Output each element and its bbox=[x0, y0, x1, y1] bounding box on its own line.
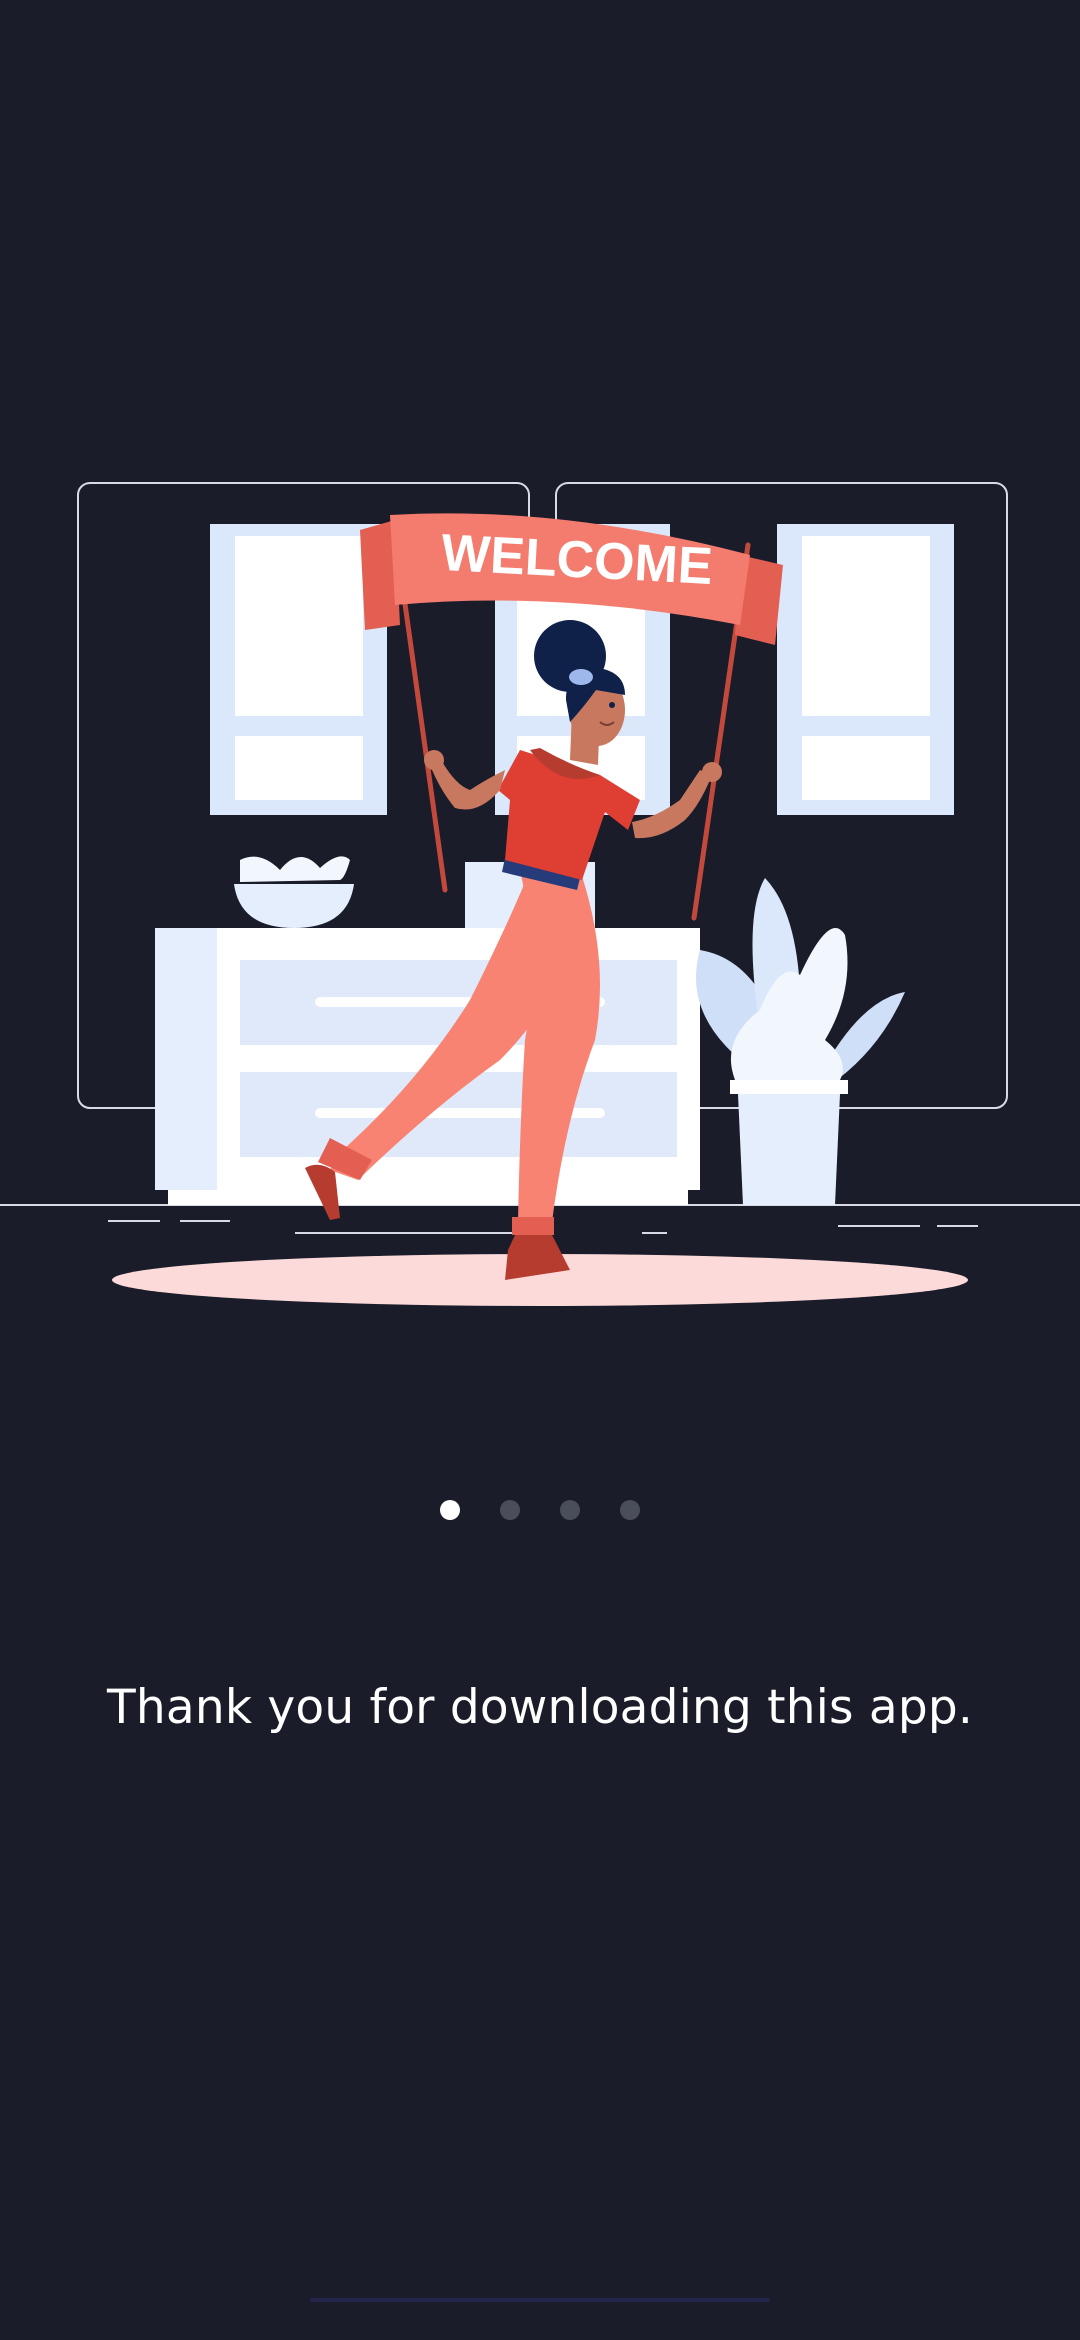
page-dot-4[interactable] bbox=[620, 1500, 640, 1520]
page-indicator bbox=[0, 1495, 1080, 1525]
page-dot-2[interactable] bbox=[500, 1500, 520, 1520]
home-indicator[interactable] bbox=[310, 2298, 770, 2302]
page-dot-3[interactable] bbox=[560, 1500, 580, 1520]
dresser bbox=[155, 862, 700, 1205]
bowl-icon bbox=[234, 856, 354, 928]
welcome-illustration: WELCOME bbox=[0, 482, 1080, 1306]
window-right bbox=[777, 524, 954, 815]
window-left bbox=[210, 524, 387, 815]
onboarding-screen: WELCOME Thank you for downloading this a… bbox=[0, 0, 1080, 2340]
onboarding-message: Thank you for downloading this app. bbox=[106, 1680, 974, 1735]
page-dot-1[interactable] bbox=[440, 1500, 460, 1520]
plant-icon bbox=[696, 878, 905, 1205]
